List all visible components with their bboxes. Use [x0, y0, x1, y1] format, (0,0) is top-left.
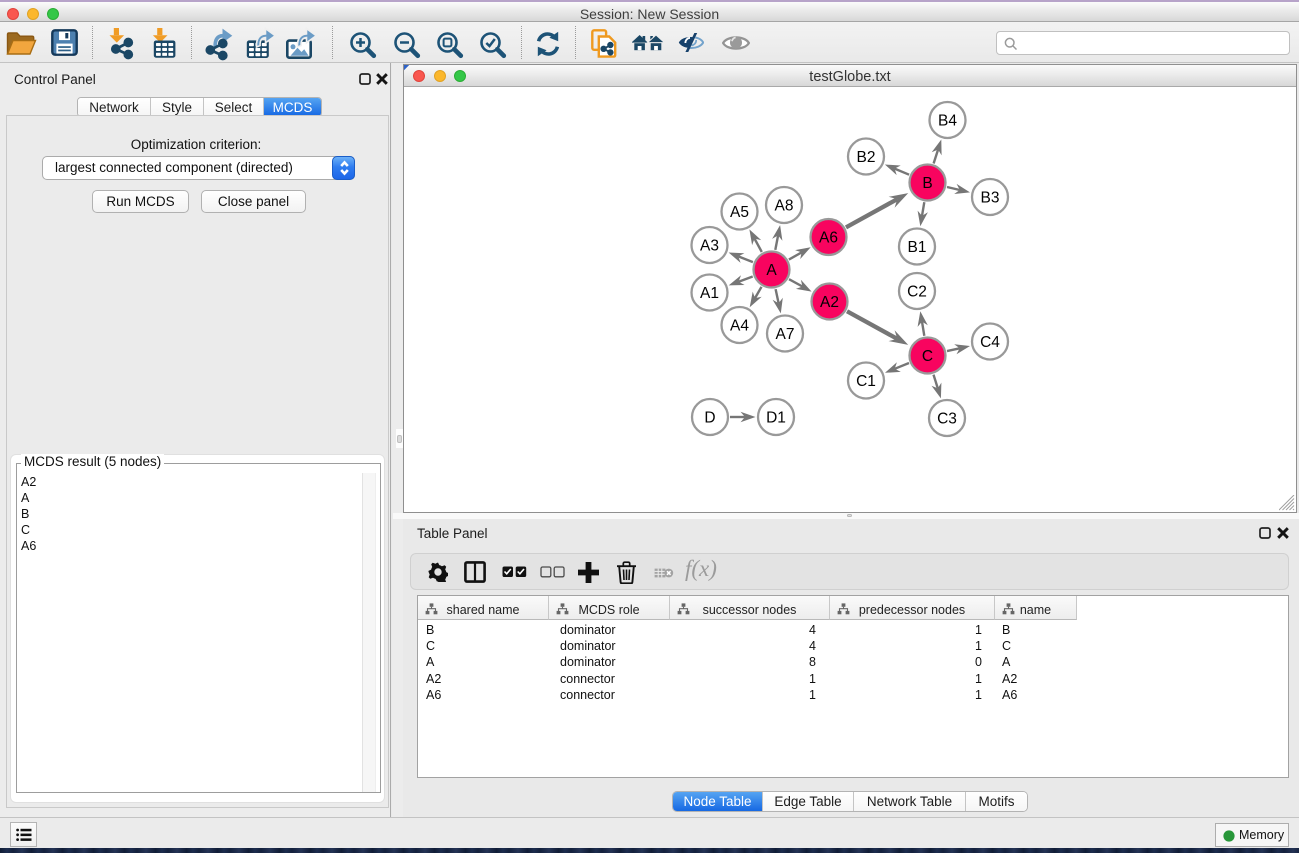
svg-text:C4: C4 [980, 334, 1000, 351]
svg-text:C: C [922, 348, 933, 365]
svg-text:B4: B4 [938, 113, 957, 130]
svg-text:A4: A4 [730, 318, 749, 335]
svg-text:B2: B2 [857, 149, 876, 166]
svg-text:B1: B1 [908, 239, 927, 256]
svg-text:C2: C2 [907, 284, 927, 301]
svg-text:A7: A7 [776, 326, 795, 343]
svg-text:A8: A8 [775, 198, 794, 215]
svg-text:D1: D1 [766, 410, 786, 427]
svg-text:B3: B3 [981, 190, 1000, 207]
svg-text:A1: A1 [700, 285, 719, 302]
svg-text:A2: A2 [820, 294, 839, 311]
svg-text:A6: A6 [819, 230, 838, 247]
svg-text:A3: A3 [700, 238, 719, 255]
svg-text:A: A [766, 262, 777, 279]
svg-text:B: B [922, 175, 932, 192]
svg-text:C3: C3 [937, 411, 957, 428]
svg-text:C1: C1 [856, 373, 876, 390]
svg-text:A5: A5 [730, 204, 749, 221]
svg-text:D: D [704, 410, 715, 427]
